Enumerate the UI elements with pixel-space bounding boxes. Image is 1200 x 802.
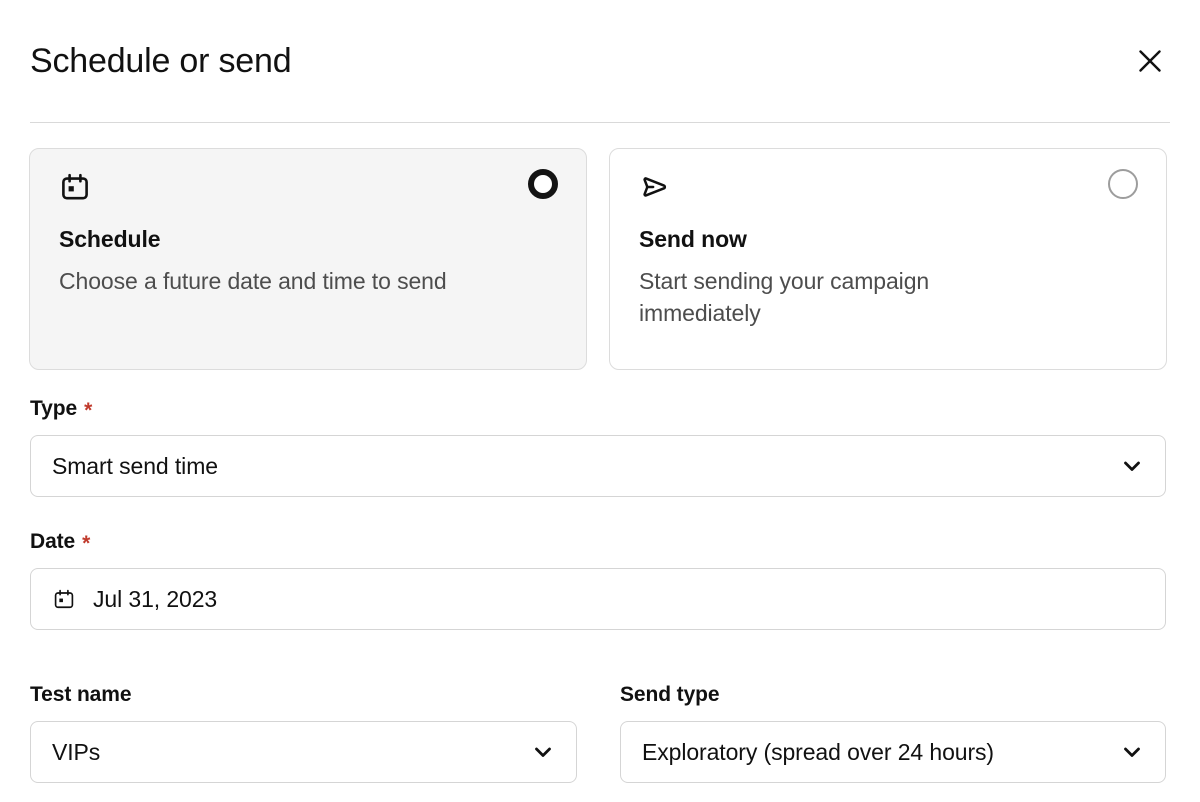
date-label-text: Date: [30, 531, 75, 552]
field-group-send-type: Send type Exploratory (spread over 24 ho…: [620, 684, 1166, 783]
calendar-icon: [59, 171, 91, 203]
field-group-type: Type * Smart send time: [30, 398, 1166, 497]
modal-header: Schedule or send: [30, 28, 1170, 96]
chevron-down-icon: [1120, 454, 1144, 478]
option-card-schedule[interactable]: Schedule Choose a future date and time t…: [29, 148, 587, 370]
required-asterisk: *: [82, 533, 90, 554]
send-type-label: Send type: [620, 684, 1166, 705]
test-name-select[interactable]: VIPs: [30, 721, 577, 783]
field-group-test-name: Test name VIPs: [30, 684, 577, 783]
send-icon: [639, 171, 671, 203]
date-value: Jul 31, 2023: [93, 586, 1144, 613]
chevron-down-icon: [531, 740, 555, 764]
send-type-label-text: Send type: [620, 684, 719, 705]
header-divider: [30, 122, 1170, 123]
test-name-label-text: Test name: [30, 684, 131, 705]
option-card-title: Send now: [639, 226, 1140, 254]
card-header-send-now: [639, 171, 1140, 209]
send-option-cards: Schedule Choose a future date and time t…: [29, 148, 1171, 370]
card-header-schedule: [59, 171, 560, 209]
close-icon: [1136, 47, 1164, 78]
send-type-select[interactable]: Exploratory (spread over 24 hours): [620, 721, 1166, 783]
option-card-title: Schedule: [59, 226, 560, 254]
type-select-value: Smart send time: [52, 453, 1120, 480]
radio-schedule[interactable]: [528, 169, 558, 199]
type-label-text: Type: [30, 398, 77, 419]
field-row-bottom: Test name VIPs Send type Exploratory (sp…: [30, 684, 1166, 783]
option-card-description: Choose a future date and time to send: [59, 265, 459, 298]
type-label: Type *: [30, 398, 1166, 419]
chevron-down-icon: [1120, 740, 1144, 764]
option-card-description: Start sending your campaign immediately: [639, 265, 1039, 330]
send-type-select-value: Exploratory (spread over 24 hours): [642, 739, 1120, 766]
schedule-or-send-modal: Schedule or send Sch: [0, 0, 1200, 802]
type-select[interactable]: Smart send time: [30, 435, 1166, 497]
calendar-icon: [52, 587, 76, 611]
field-group-date: Date * Jul 31, 2023: [30, 531, 1166, 630]
test-name-label: Test name: [30, 684, 577, 705]
required-asterisk: *: [84, 400, 92, 421]
page-title: Schedule or send: [30, 43, 291, 80]
option-card-send-now[interactable]: Send now Start sending your campaign imm…: [609, 148, 1167, 370]
radio-send-now[interactable]: [1108, 169, 1138, 199]
date-label: Date *: [30, 531, 1166, 552]
close-button[interactable]: [1130, 42, 1170, 82]
date-input[interactable]: Jul 31, 2023: [30, 568, 1166, 630]
test-name-select-value: VIPs: [52, 739, 531, 766]
